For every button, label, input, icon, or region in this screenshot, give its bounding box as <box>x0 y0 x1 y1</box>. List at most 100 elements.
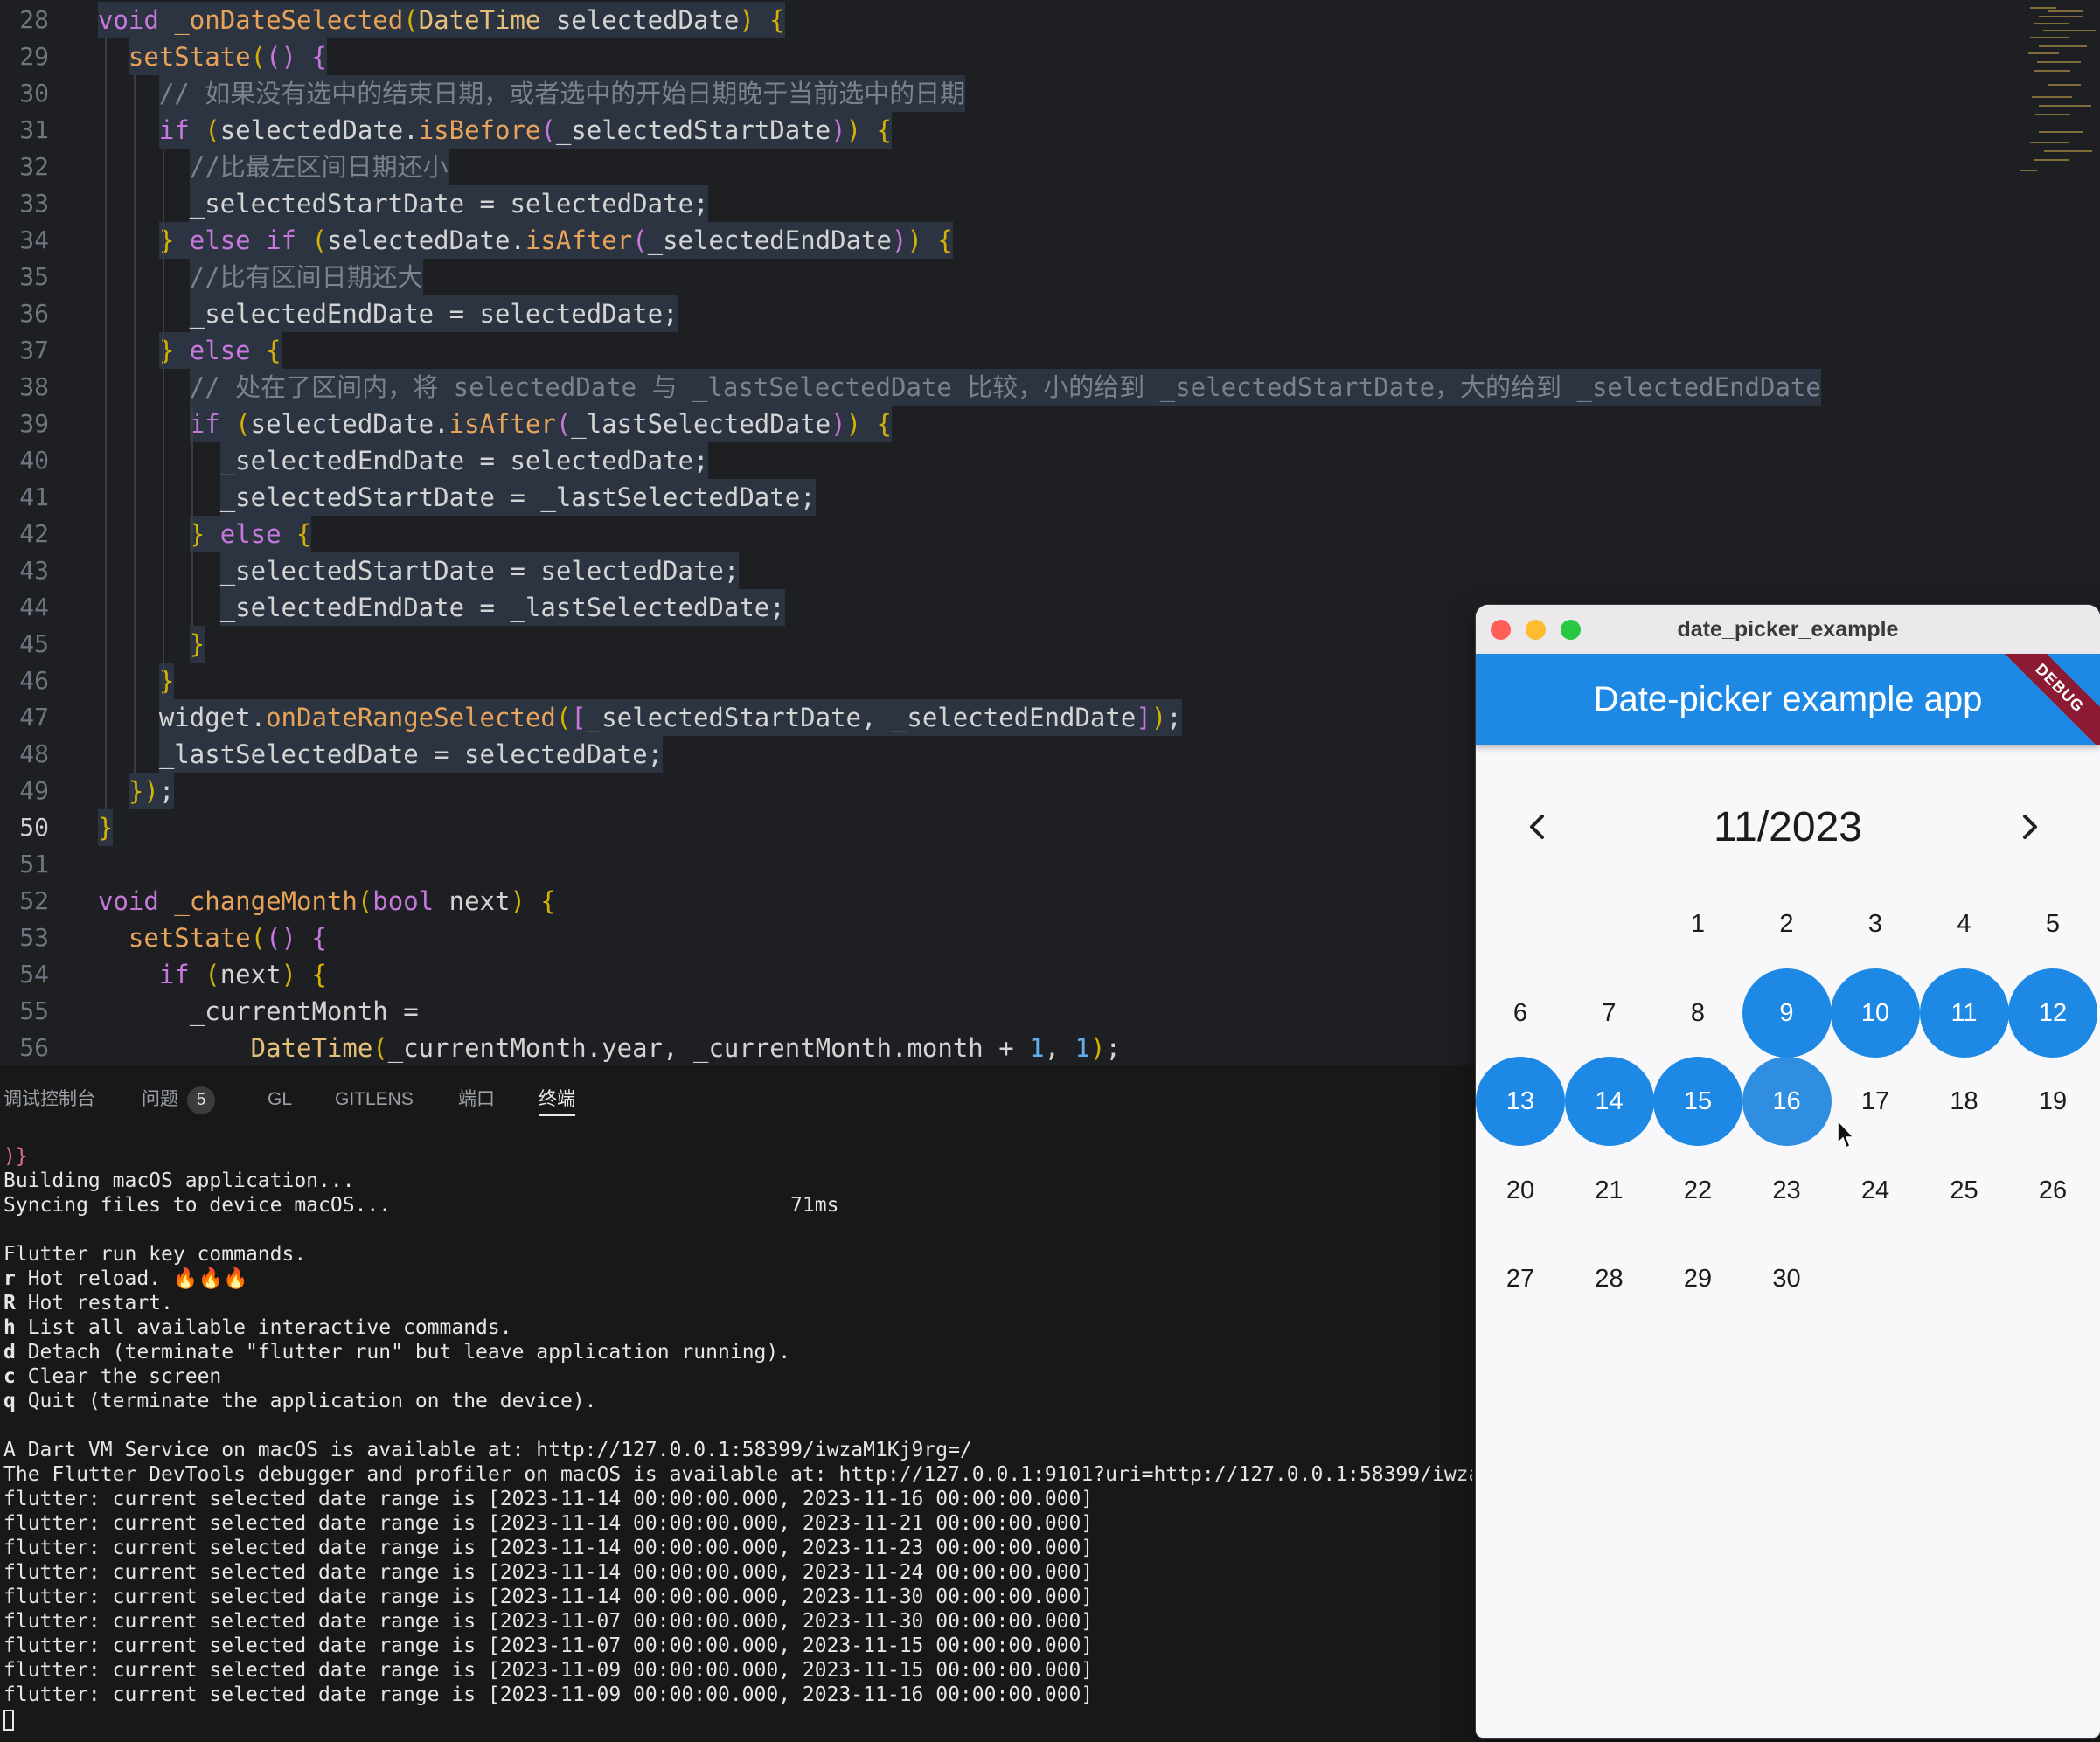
app-window: date_picker_example Date-picker example … <box>1476 605 2100 1738</box>
tab-debug-console[interactable]: 调试控制台 <box>3 1085 95 1114</box>
calendar-day[interactable]: 4 <box>1920 879 2009 968</box>
tab-label: GITLENS <box>335 1089 414 1109</box>
calendar-day[interactable]: 30 <box>1742 1234 1832 1323</box>
code-line: DateTime(_currentMonth.year, _currentMon… <box>250 1033 1121 1063</box>
calendar-day[interactable]: 11 <box>1919 968 2009 1058</box>
calendar-day[interactable]: 25 <box>1920 1146 2009 1235</box>
line-number: 56 <box>19 1033 49 1062</box>
code-line: if (next) { <box>158 960 327 989</box>
calendar-day[interactable]: 22 <box>1653 1146 1742 1235</box>
line-number: 47 <box>19 703 49 732</box>
line-number: 48 <box>19 739 49 768</box>
terminal-line: Flutter run key commands. <box>3 1243 307 1266</box>
line-number: 46 <box>19 666 49 695</box>
panel-tab-bar: 调试控制台 问题 5 GL GITLENS 端口 终端 <box>0 1065 1478 1132</box>
code-line: _selectedStartDate = selectedDate; <box>98 552 740 589</box>
calendar-day[interactable]: 21 <box>1565 1146 1654 1235</box>
tab-label: 端口 <box>458 1089 495 1109</box>
code-line: _selectedEndDate = selectedDate; <box>98 442 709 479</box>
minimap-line <box>2037 61 2081 63</box>
calendar-day[interactable]: 6 <box>1476 968 1565 1058</box>
code-line: _selectedStartDate = _lastSelectedDate; <box>98 479 816 516</box>
terminal-prompt[interactable] <box>3 1707 1472 1732</box>
code-line: } else { <box>98 332 282 369</box>
calendar-day[interactable]: 12 <box>2008 968 2097 1058</box>
calendar-day[interactable]: 18 <box>1920 1057 2009 1146</box>
code-line: } else if (selectedDate.isAfter(_selecte… <box>98 222 953 259</box>
chevron-right-icon[interactable] <box>2004 801 2056 853</box>
terminal-line: flutter: current selected date range is … <box>3 1512 1094 1535</box>
tab-gl[interactable]: GL <box>268 1085 292 1114</box>
code-line: //比有区间日期还大 <box>98 259 423 295</box>
minimap-line <box>2039 45 2087 47</box>
mouse-pointer-icon <box>1837 1119 1855 1149</box>
calendar-day[interactable]: 3 <box>1831 879 1920 968</box>
calendar-day[interactable]: 8 <box>1653 968 1742 1058</box>
calendar-day[interactable]: 15 <box>1653 1057 1742 1146</box>
terminal-line: The Flutter DevTools debugger and profil… <box>3 1463 1472 1486</box>
code-line: _currentMonth = <box>189 996 419 1026</box>
minimap-line <box>2032 96 2072 98</box>
calendar-day[interactable]: 20 <box>1476 1146 1565 1235</box>
calendar-day[interactable]: 16 <box>1742 1057 1832 1146</box>
calendar-day[interactable]: 13 <box>1476 1057 1565 1146</box>
code-line: setState(() { <box>98 38 327 75</box>
minimap-line <box>2044 150 2092 152</box>
minimap-line <box>2020 170 2037 171</box>
calendar-day[interactable]: 2 <box>1742 879 1832 968</box>
terminal-line: R Hot restart. <box>3 1292 173 1315</box>
app-bar: Date-picker example app DEBUG <box>1476 654 2100 745</box>
terminal-line: flutter: current selected date range is … <box>3 1561 1094 1584</box>
calendar-day[interactable]: 14 <box>1564 1057 1654 1146</box>
calendar-day[interactable]: 29 <box>1653 1234 1742 1323</box>
calendar-day[interactable]: 24 <box>1831 1146 1920 1235</box>
calendar-day[interactable]: 5 <box>2008 879 2097 968</box>
terminal-line: q Quit (terminate the application on the… <box>3 1390 597 1412</box>
calendar-day[interactable]: 9 <box>1742 968 1832 1058</box>
calendar-day[interactable]: 23 <box>1742 1146 1832 1235</box>
tab-ports[interactable]: 端口 <box>458 1085 495 1114</box>
code-line: _lastSelectedDate = selectedDate; <box>98 736 664 773</box>
tab-terminal[interactable]: 终端 <box>539 1085 575 1116</box>
calendar-day[interactable]: 27 <box>1476 1234 1565 1323</box>
calendar-day[interactable]: 10 <box>1831 968 1920 1058</box>
calendar-day[interactable]: 7 <box>1565 968 1654 1058</box>
terminal-line: Building macOS application... <box>3 1169 355 1192</box>
tab-label: 调试控制台 <box>3 1089 95 1109</box>
calendar-day[interactable]: 28 <box>1565 1234 1654 1323</box>
line-number: 28 <box>19 5 49 34</box>
line-number: 35 <box>19 262 49 291</box>
code-line: }); <box>98 773 175 809</box>
tab-problems[interactable]: 问题 5 <box>142 1085 215 1114</box>
window-titlebar[interactable]: date_picker_example <box>1476 605 2100 655</box>
code-line: } <box>98 626 205 663</box>
terminal-line: Syncing files to device macOS... 71ms <box>3 1194 839 1217</box>
terminal-line: h List all available interactive command… <box>3 1316 512 1339</box>
line-number: 54 <box>19 960 49 989</box>
code-line: } else { <box>98 516 312 552</box>
terminal-output[interactable]: )} Building macOS application... Syncing f… <box>3 1144 1472 1732</box>
line-number: 42 <box>19 519 49 548</box>
minimap[interactable] <box>2013 0 2100 192</box>
code-line: if (selectedDate.isBefore(_selectedStart… <box>98 112 892 149</box>
code-line: if (selectedDate.isAfter(_lastSelectedDa… <box>98 406 892 442</box>
calendar-day[interactable]: 19 <box>2008 1057 2097 1146</box>
minimap-line <box>2034 70 2070 72</box>
terminal-line: r Hot reload. 🔥🔥🔥 <box>3 1267 248 1290</box>
line-number: 37 <box>19 336 49 364</box>
calendar-day[interactable]: 26 <box>2008 1146 2097 1235</box>
terminal-line: flutter: current selected date range is … <box>3 1659 1094 1682</box>
code-line: setState(() { <box>128 923 327 953</box>
minimap-line <box>2043 30 2096 31</box>
month-navigation: 11/2023 <box>1476 788 2100 867</box>
tab-gitlens[interactable]: GITLENS <box>335 1085 414 1114</box>
line-number: 52 <box>19 886 49 915</box>
app-bar-title: Date-picker example app <box>1593 680 1983 718</box>
code-line: //比最左区间日期还小 <box>98 149 449 185</box>
terminal-line: flutter: current selected date range is … <box>3 1537 1094 1559</box>
calendar-day[interactable]: 1 <box>1653 879 1742 968</box>
code-line: _selectedEndDate = selectedDate; <box>98 295 678 332</box>
minimap-line <box>2034 159 2069 161</box>
terminal-line: flutter: current selected date range is … <box>3 1488 1094 1510</box>
